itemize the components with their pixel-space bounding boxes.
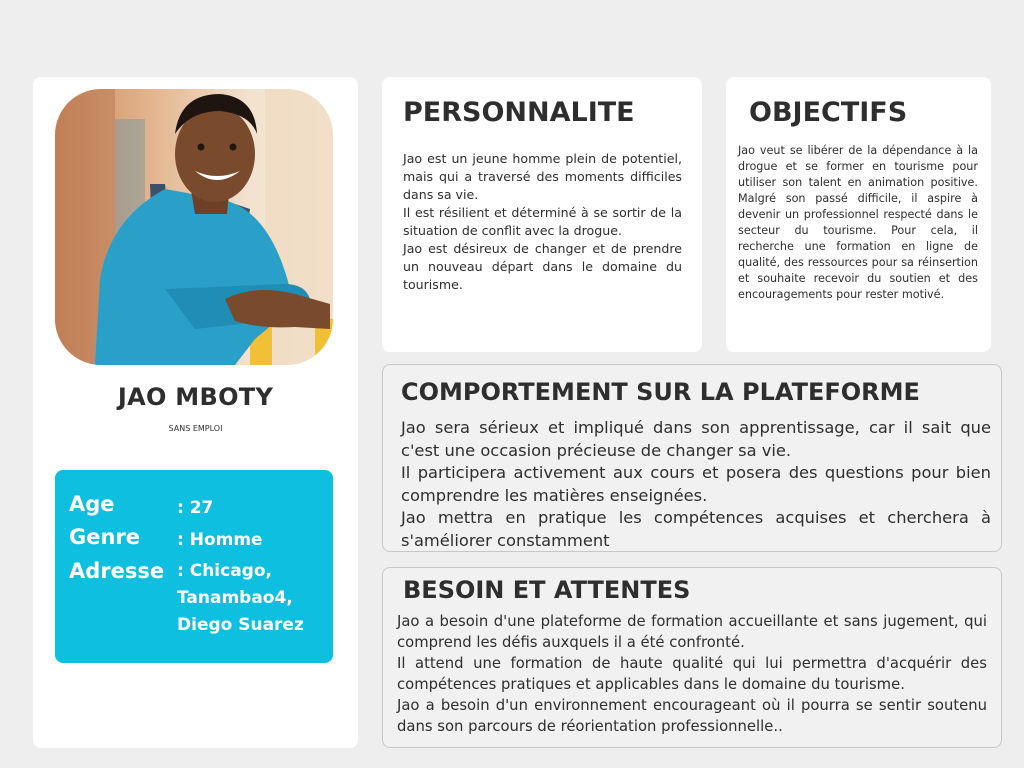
comportement-title: COMPORTEMENT SUR LA PLATEFORME xyxy=(401,378,920,406)
besoins-text: Jao a besoin d'une plateforme de formati… xyxy=(397,611,987,737)
comportement-card: COMPORTEMENT SUR LA PLATEFORME Jao sera … xyxy=(382,364,1002,552)
besoins-paragraph: Jao a besoin d'un environnement encourag… xyxy=(397,697,987,735)
age-value: : 27 xyxy=(177,498,214,518)
persona-info-box: Age : 27 Genre : Homme Adresse : Chicago… xyxy=(55,470,333,663)
persona-occupation: SANS EMPLOI xyxy=(168,424,223,433)
genre-value: : Homme xyxy=(177,530,263,550)
age-label: Age xyxy=(69,492,115,516)
besoins-paragraph: Jao a besoin d'une plateforme de formati… xyxy=(397,613,987,651)
personnalite-title: PERSONNALITE xyxy=(403,97,635,128)
adresse-line: Tanambao4, xyxy=(177,588,293,608)
comportement-paragraph: Jao mettra en pratique les compétences a… xyxy=(401,508,991,550)
personnalite-card: PERSONNALITE Jao est un jeune homme plei… xyxy=(382,77,702,352)
objectifs-title: OBJECTIFS xyxy=(749,97,908,128)
besoins-paragraph: Il attend une formation de haute qualité… xyxy=(397,655,987,693)
profile-card: JAO MBOTY SANS EMPLOI Age : 27 Genre : H… xyxy=(33,77,358,748)
objectifs-text: Jao veut se libérer de la dépendance à l… xyxy=(738,143,978,303)
profile-photo-illustration xyxy=(55,89,333,365)
personnalite-paragraph: Jao est un jeune homme plein de potentie… xyxy=(403,151,682,202)
adresse-line: Diego Suarez xyxy=(177,615,304,635)
objectifs-card: OBJECTIFS Jao veut se libérer de la dépe… xyxy=(726,77,991,352)
profile-photo xyxy=(55,89,333,365)
genre-label: Genre xyxy=(69,525,141,549)
comportement-paragraph: Jao sera sérieux et impliqué dans son ap… xyxy=(401,418,991,460)
comportement-paragraph: Il participera activement aux cours et p… xyxy=(401,463,991,505)
comportement-text: Jao sera sérieux et impliqué dans son ap… xyxy=(401,417,991,553)
persona-name: JAO MBOTY xyxy=(117,383,274,411)
personnalite-paragraph: Il est résilient et déterminé à se sorti… xyxy=(403,205,682,238)
besoins-title: BESOIN ET ATTENTES xyxy=(403,576,691,604)
adresse-line: : Chicago, xyxy=(177,561,272,581)
adresse-label: Adresse xyxy=(69,559,165,583)
personnalite-paragraph: Jao est désireux de changer et de prendr… xyxy=(403,241,682,292)
adresse-value: : Chicago, Tanambao4, Diego Suarez xyxy=(177,558,327,639)
personnalite-text: Jao est un jeune homme plein de potentie… xyxy=(403,150,682,294)
besoins-card: BESOIN ET ATTENTES Jao a besoin d'une pl… xyxy=(382,567,1002,748)
objectifs-paragraph: Jao veut se libérer de la dépendance à l… xyxy=(738,144,978,301)
